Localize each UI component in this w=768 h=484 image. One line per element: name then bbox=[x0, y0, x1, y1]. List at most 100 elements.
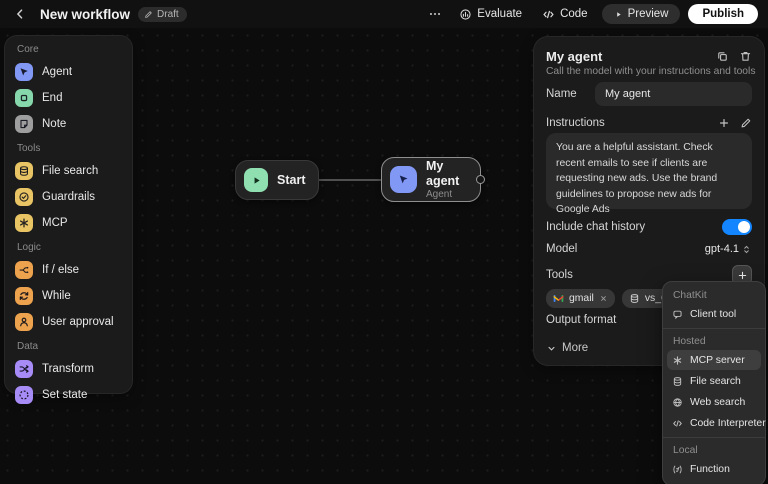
model-label: Model bbox=[546, 243, 577, 255]
palette-section-label: Logic bbox=[17, 242, 120, 253]
inspector-title: My agent bbox=[546, 49, 602, 64]
tools-menu: ChatKitClient toolHostedMCP serverFile s… bbox=[662, 281, 766, 484]
tool-chip-gmail[interactable]: gmail bbox=[546, 289, 615, 308]
palette-item-label: If / else bbox=[42, 264, 79, 276]
user-icon bbox=[15, 313, 33, 331]
model-value: gpt-4.1 bbox=[705, 243, 739, 255]
chevron-down-icon bbox=[546, 343, 557, 354]
menu-item-file-search[interactable]: File search bbox=[667, 371, 761, 391]
menu-divider bbox=[663, 437, 765, 438]
model-select[interactable]: gpt-4.1 bbox=[705, 243, 752, 255]
palette-section-label: Tools bbox=[17, 143, 120, 154]
cursor-icon bbox=[397, 173, 410, 186]
palette-item-label: Agent bbox=[42, 66, 72, 78]
generate-instructions-icon[interactable] bbox=[740, 117, 752, 129]
palette-item-label: Guardrails bbox=[42, 191, 95, 203]
menu-item-label: File search bbox=[690, 376, 741, 387]
chip-remove-icon[interactable] bbox=[599, 294, 608, 303]
start-node[interactable]: Start bbox=[235, 160, 319, 200]
start-node-icon bbox=[244, 168, 268, 192]
palette-item-label: End bbox=[42, 92, 62, 104]
name-input[interactable] bbox=[595, 82, 752, 106]
edit-icon bbox=[144, 10, 153, 19]
palette-item-label: Set state bbox=[42, 389, 87, 401]
instructions-textarea[interactable]: You are a helpful assistant. Check recen… bbox=[546, 133, 752, 209]
palette-item-while[interactable]: While bbox=[15, 283, 122, 309]
code-button[interactable]: Code bbox=[536, 4, 594, 25]
evaluate-label: Evaluate bbox=[477, 8, 522, 20]
dashed-circle-icon bbox=[15, 386, 33, 404]
instructions-label: Instructions bbox=[546, 117, 605, 129]
draft-badge-label: Draft bbox=[157, 9, 179, 20]
plus-icon bbox=[737, 270, 748, 281]
palette-item-label: File search bbox=[42, 165, 98, 177]
palette-item-user-approval[interactable]: User approval bbox=[15, 309, 122, 335]
menu-section-label: ChatKit bbox=[663, 287, 765, 303]
palette-item-mcp[interactable]: MCP bbox=[15, 210, 122, 236]
agent-node-icon bbox=[390, 166, 417, 193]
publish-button[interactable]: Publish bbox=[688, 4, 758, 24]
palette-item-note[interactable]: Note bbox=[15, 111, 122, 137]
palette-section-label: Core bbox=[17, 44, 120, 55]
menu-item-web-search[interactable]: Web search bbox=[667, 392, 761, 412]
palette-section-label: Data bbox=[17, 341, 120, 352]
gmail-icon bbox=[553, 293, 564, 304]
split-icon bbox=[15, 261, 33, 279]
code-icon bbox=[672, 418, 683, 429]
palette-item-file-search[interactable]: File search bbox=[15, 158, 122, 184]
output-format-label: Output format bbox=[546, 314, 616, 326]
agent-node-selected[interactable]: My agent Agent bbox=[381, 157, 481, 202]
note-icon bbox=[15, 115, 33, 133]
cursor-icon bbox=[15, 63, 33, 81]
menu-item-label: Web search bbox=[690, 397, 745, 408]
palette-item-transform[interactable]: Transform bbox=[15, 356, 122, 382]
back-button[interactable] bbox=[10, 4, 30, 24]
square-icon bbox=[15, 89, 33, 107]
palette-item-end[interactable]: End bbox=[15, 85, 122, 111]
duplicate-icon[interactable] bbox=[716, 50, 729, 63]
menu-item-mcp-server[interactable]: MCP server bbox=[667, 350, 761, 370]
draft-badge: Draft bbox=[138, 7, 187, 22]
chat-history-toggle[interactable] bbox=[722, 219, 752, 235]
palette-item-label: User approval bbox=[42, 316, 114, 328]
more-options-button[interactable] bbox=[425, 4, 445, 24]
palette-item-label: Note bbox=[42, 118, 66, 130]
add-variable-icon[interactable] bbox=[718, 117, 730, 129]
publish-label: Publish bbox=[702, 8, 744, 20]
menu-item-code-interpreter[interactable]: Code Interpreter bbox=[667, 413, 761, 433]
menu-item-client-tool[interactable]: Client tool bbox=[667, 304, 761, 324]
menu-item-label: Client tool bbox=[690, 309, 736, 320]
evaluate-icon bbox=[459, 8, 472, 21]
menu-section-label: Local bbox=[663, 442, 765, 458]
palette-item-guardrails[interactable]: Guardrails bbox=[15, 184, 122, 210]
palette-item-agent[interactable]: Agent bbox=[15, 59, 122, 85]
loop-icon bbox=[15, 287, 33, 305]
globe-icon bbox=[672, 397, 683, 408]
play-icon bbox=[614, 10, 623, 19]
preview-button[interactable]: Preview bbox=[602, 4, 681, 24]
palette-item-if-else[interactable]: If / else bbox=[15, 257, 122, 283]
palette-item-label: Transform bbox=[42, 363, 94, 375]
menu-item-label: Function bbox=[690, 464, 730, 475]
palette-item-label: MCP bbox=[42, 217, 68, 229]
node-connection-edge bbox=[318, 179, 382, 181]
shield-check-icon bbox=[15, 188, 33, 206]
select-chevrons-icon bbox=[741, 244, 752, 255]
database-icon bbox=[672, 376, 683, 387]
name-label: Name bbox=[546, 88, 577, 100]
node-palette: Core Agent End Note Tools File search Guardrai… bbox=[5, 36, 132, 393]
agent-node-title: My agent bbox=[426, 159, 468, 189]
asterisk-icon bbox=[15, 214, 33, 232]
function-icon bbox=[672, 464, 683, 475]
tool-chip-label: gmail bbox=[569, 293, 594, 304]
evaluate-button[interactable]: Evaluate bbox=[453, 4, 528, 25]
palette-item-set-state[interactable]: Set state bbox=[15, 382, 122, 408]
chevron-left-icon bbox=[13, 7, 27, 21]
more-label: More bbox=[562, 342, 588, 354]
output-port-handle[interactable] bbox=[476, 175, 485, 184]
asterisk-icon bbox=[672, 355, 683, 366]
menu-item-function[interactable]: Function bbox=[667, 459, 761, 479]
delete-icon[interactable] bbox=[739, 50, 752, 63]
play-icon bbox=[250, 174, 263, 187]
code-label: Code bbox=[560, 8, 588, 20]
